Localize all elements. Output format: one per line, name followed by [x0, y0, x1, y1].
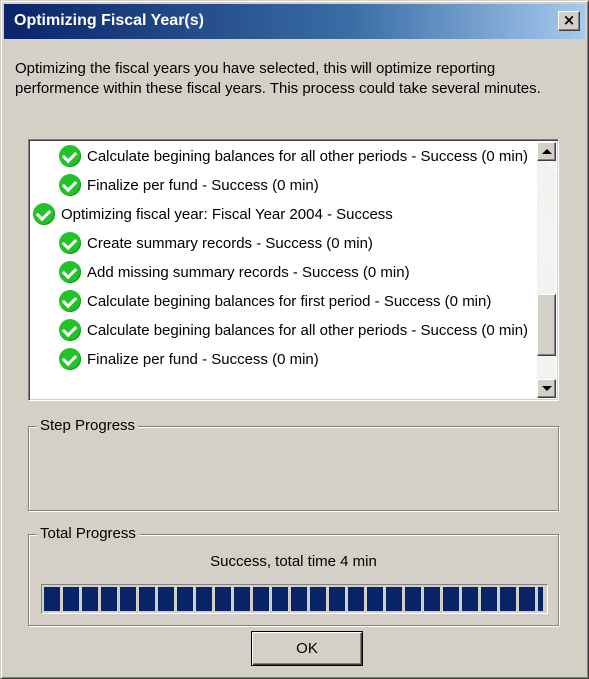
scroll-up-button[interactable] [537, 142, 556, 161]
title-bar[interactable]: Optimizing Fiscal Year(s) × [4, 4, 585, 39]
log-item-text: Finalize per fund - Success (0 min) [87, 177, 319, 194]
check-icon [59, 232, 81, 255]
check-icon [33, 203, 55, 226]
progress-log-list[interactable]: Calculate begining balances for all othe… [28, 139, 559, 401]
check-icon [59, 174, 81, 197]
scroll-thumb[interactable] [537, 293, 556, 356]
log-item[interactable]: Optimizing fiscal year: Fiscal Year 2004… [31, 200, 551, 229]
check-icon [59, 319, 81, 342]
total-progress-fill [44, 587, 543, 611]
log-item[interactable]: Create summary records - Success (0 min) [31, 229, 551, 258]
close-button[interactable]: × [558, 11, 580, 31]
log-item[interactable]: Add missing summary records - Success (0… [31, 258, 551, 287]
log-item-text: Optimizing fiscal year: Fiscal Year 2004… [61, 206, 393, 223]
log-rows: Calculate begining balances for all othe… [31, 142, 551, 374]
scroll-down-button[interactable] [537, 379, 556, 398]
log-item[interactable]: Finalize per fund - Success (0 min) [31, 171, 551, 200]
log-item-text: Calculate begining balances for all othe… [87, 322, 529, 339]
log-item[interactable]: Calculate begining balances for all othe… [31, 316, 551, 345]
ok-button[interactable]: OK [251, 631, 363, 666]
log-item[interactable]: Calculate begining balances for first pe… [31, 287, 551, 316]
log-item[interactable]: Finalize per fund - Success (0 min) [31, 345, 551, 374]
dialog-window: Optimizing Fiscal Year(s) × Optimizing t… [0, 0, 589, 679]
log-item[interactable]: Calculate begining balances for all othe… [31, 142, 551, 171]
description-text: Optimizing the fiscal years you have sel… [15, 60, 541, 97]
log-item-text: Calculate begining balances for first pe… [87, 293, 492, 310]
check-icon [59, 145, 81, 168]
step-progress-label: Step Progress [37, 417, 139, 435]
total-progress-bar [41, 584, 548, 614]
window-title: Optimizing Fiscal Year(s) [14, 12, 204, 29]
check-icon [59, 290, 81, 313]
total-progress-label: Total Progress [37, 525, 139, 543]
step-progress-group: Step Progress [28, 417, 559, 511]
vertical-scrollbar[interactable] [537, 142, 556, 398]
log-item-text: Add missing summary records - Success (0… [87, 264, 410, 281]
log-item-text: Create summary records - Success (0 min) [87, 235, 373, 252]
close-icon: × [562, 11, 576, 29]
check-icon [59, 348, 81, 371]
log-item-text: Calculate begining balances for all othe… [87, 148, 529, 165]
total-progress-group: Total Progress Success, total time 4 min [28, 525, 559, 626]
check-icon [59, 261, 81, 284]
total-status-text: Success, total time 4 min [210, 553, 377, 570]
log-item-text: Finalize per fund - Success (0 min) [87, 351, 319, 368]
